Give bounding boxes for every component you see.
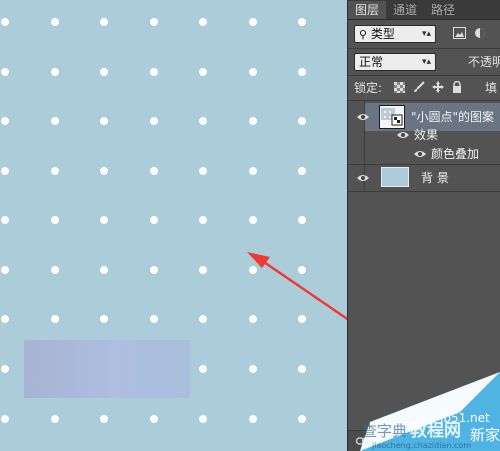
image-filter-icon[interactable]	[453, 27, 466, 42]
layer-row-pattern[interactable]: "小圆点"的图案	[365, 103, 500, 131]
effects-label[interactable]: 效果	[414, 128, 438, 142]
lock-all-icon[interactable]	[452, 80, 462, 96]
blend-mode-select[interactable]: 正常 ▾▴	[354, 53, 436, 71]
layer-row-background[interactable]: 背 景	[348, 165, 500, 191]
divider	[348, 100, 500, 101]
filter-type-select[interactable]: ⚲ 类型 ▾▴	[354, 25, 436, 43]
watermark-suffix: 新家	[470, 426, 500, 444]
color-overlay-label[interactable]: 颜色叠加	[431, 147, 479, 161]
circle-filter-icon[interactable]	[474, 27, 486, 42]
eye-icon[interactable]	[356, 173, 370, 183]
eye-icon[interactable]	[413, 149, 427, 159]
fill-label: 填	[485, 81, 498, 95]
lock-move-icon[interactable]	[432, 81, 444, 96]
layer-thumbnail	[381, 167, 409, 187]
divider	[348, 48, 500, 49]
layer-name: 背 景	[421, 171, 449, 185]
layer-thumbnail	[379, 105, 405, 129]
arrow-head	[247, 252, 270, 268]
lock-label: 锁定:	[354, 81, 383, 95]
watermark-prefix: 查字典	[362, 422, 408, 440]
tab-layers[interactable]: 图层	[348, 1, 387, 19]
panel-tabbar: 图层 通道 路径	[348, 0, 500, 20]
watermark: 查字典 教程网 jb51.net 新家 jiaocheng.chazidian.…	[360, 372, 500, 451]
dropdown-caret-icon: ▾▴	[421, 57, 431, 67]
eye-icon[interactable]	[356, 112, 370, 122]
tab-channels[interactable]: 通道	[386, 1, 424, 19]
tab-paths[interactable]: 路径	[424, 1, 462, 19]
lock-paint-icon[interactable]	[413, 81, 425, 96]
watermark-url: jiaocheng.chazidian.com	[372, 441, 472, 450]
filter-type-value: 类型	[370, 27, 395, 41]
document-canvas[interactable]	[0, 0, 347, 451]
watermark-site: jb51.net	[440, 411, 490, 425]
arrow-shaft	[257, 256, 347, 321]
dropdown-caret-icon: ▾▴	[421, 29, 431, 39]
opacity-label: 不透明	[468, 55, 500, 69]
eye-icon[interactable]	[396, 130, 410, 140]
blend-mode-value: 正常	[359, 55, 384, 69]
search-icon: ⚲	[359, 28, 368, 41]
lock-transparency-icon[interactable]	[394, 82, 405, 96]
red-arrow	[247, 252, 347, 321]
divider	[348, 191, 500, 192]
layer-name: "小圆点"的图案	[411, 110, 495, 124]
divider	[348, 75, 500, 76]
